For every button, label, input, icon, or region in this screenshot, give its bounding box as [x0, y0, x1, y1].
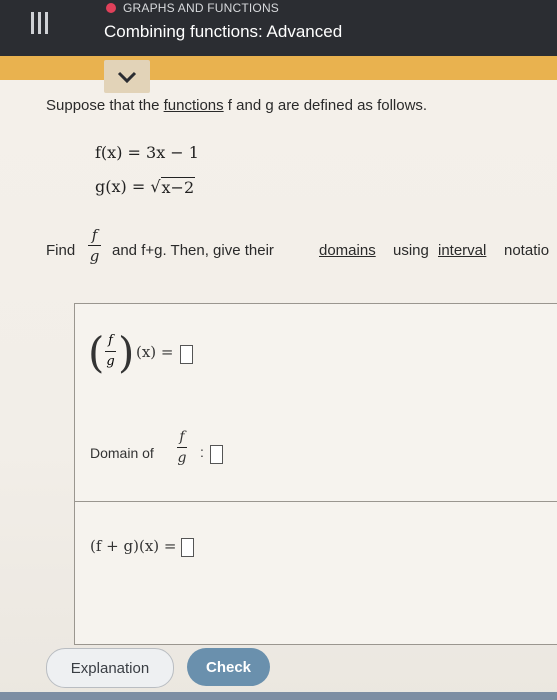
menu-icon[interactable]: [30, 12, 48, 34]
sum-answer-input[interactable]: [181, 537, 195, 557]
interval-link[interactable]: interval: [438, 242, 486, 259]
page-title: Combining functions: Advanced: [104, 22, 343, 41]
sum-answer-row: (f + g)(x) =: [90, 537, 195, 557]
top-navigation-bar: GRAPHS AND FUNCTIONS Combining functions…: [0, 0, 557, 56]
quotient-answer-input[interactable]: [180, 345, 193, 364]
topic-label: GRAPHS AND FUNCTIONS: [123, 1, 280, 15]
find-fraction: f g: [88, 226, 101, 266]
f-definition: f(x) = 3x − 1: [95, 143, 199, 162]
topic-accent-bar: [0, 56, 557, 80]
functions-link[interactable]: functions: [164, 97, 224, 114]
domain-answer-row: Domain of f g :: [90, 428, 290, 478]
collapse-toggle-button[interactable]: [104, 60, 150, 93]
domain-fraction: f g: [177, 429, 187, 467]
topic-header: GRAPHS AND FUNCTIONS: [106, 1, 279, 15]
quotient-fraction: f g: [105, 333, 116, 370]
bottom-bar: [0, 692, 557, 700]
explanation-button[interactable]: Explanation: [46, 648, 174, 688]
quotient-answer-row: ( f g ) (x) =: [88, 330, 290, 380]
question-intro: Suppose that the functions f and g are d…: [46, 97, 428, 114]
chevron-down-icon: [117, 71, 137, 83]
domain-answer-input[interactable]: [210, 445, 223, 464]
g-definition: g(x) = √ x−2: [95, 177, 196, 197]
square-root: √ x−2: [150, 177, 196, 197]
find-instruction: Find f g and f+g. Then, give their domai…: [46, 226, 550, 266]
domains-link[interactable]: domains: [319, 242, 376, 259]
check-button[interactable]: Check: [187, 648, 270, 686]
topic-status-dot: [106, 3, 116, 13]
answer-divider: [74, 501, 557, 502]
